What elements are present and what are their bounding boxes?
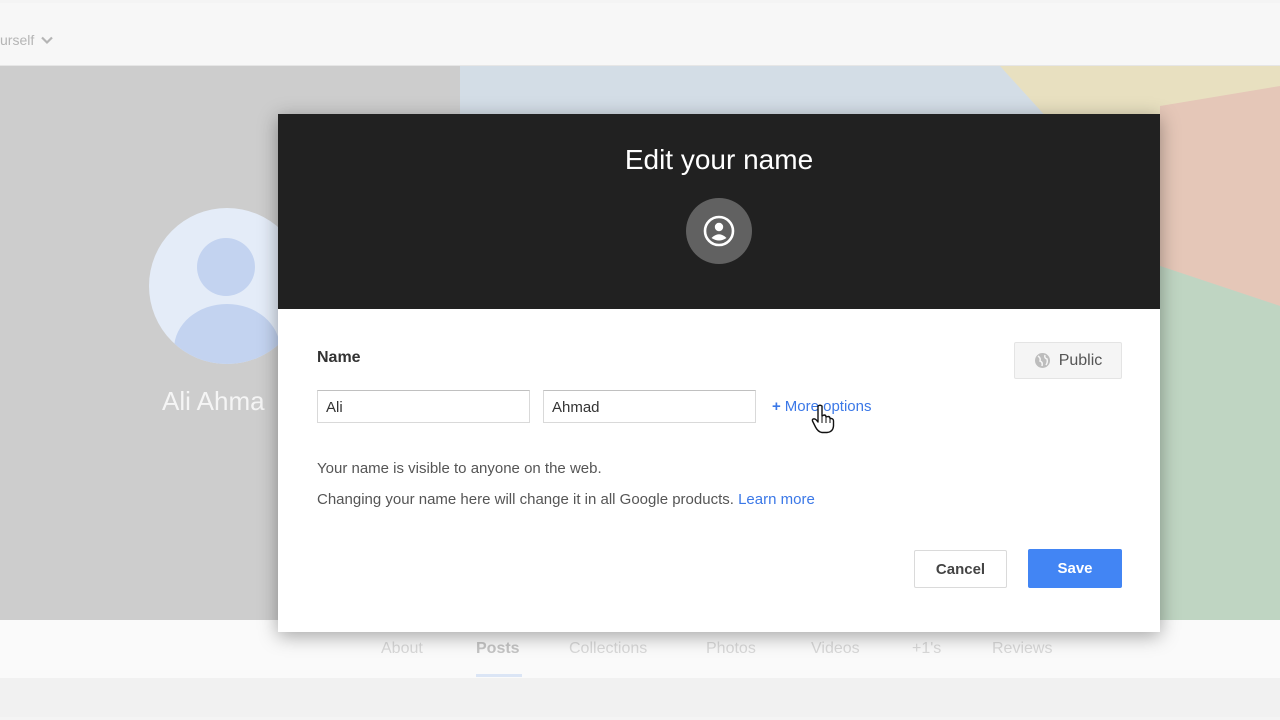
active-tab-indicator bbox=[476, 674, 522, 677]
tab-videos[interactable]: Videos bbox=[811, 640, 860, 658]
last-name-field[interactable]: Ahmad bbox=[543, 390, 756, 423]
visibility-info: Your name is visible to anyone on the we… bbox=[317, 460, 602, 477]
screen: urself Ali Ahma About Posts Collections … bbox=[0, 0, 1280, 720]
profile-name: Ali Ahma bbox=[162, 386, 265, 416]
tab-posts[interactable]: Posts bbox=[476, 640, 520, 658]
tab-reviews[interactable]: Reviews bbox=[992, 640, 1052, 658]
topbar-menu-label: urself bbox=[0, 32, 35, 48]
tab-about[interactable]: About bbox=[381, 640, 423, 658]
cancel-button[interactable]: Cancel bbox=[914, 550, 1007, 588]
tab-plus-ones[interactable]: +1's bbox=[912, 640, 941, 658]
top-bar: urself bbox=[0, 3, 1280, 66]
name-label: Name bbox=[317, 349, 361, 366]
avatar-head bbox=[197, 238, 255, 296]
tab-collections[interactable]: Collections bbox=[569, 640, 647, 658]
tab-photos[interactable]: Photos bbox=[706, 640, 756, 658]
change-info: Changing your name here will change it i… bbox=[317, 491, 815, 508]
save-button[interactable]: Save bbox=[1028, 549, 1122, 588]
edit-name-dialog: Edit your name Name Public Ali Ahmad + Mo… bbox=[278, 114, 1160, 632]
topbar-menu[interactable]: urself bbox=[0, 32, 54, 48]
dialog-title: Edit your name bbox=[624, 144, 814, 175]
account-circle-icon bbox=[686, 198, 752, 264]
chevron-down-icon bbox=[41, 36, 54, 45]
visibility-label: Public bbox=[1058, 351, 1103, 369]
visibility-button[interactable]: Public bbox=[1014, 342, 1122, 379]
avatar-body bbox=[174, 304, 280, 364]
dialog-header: Edit your name bbox=[278, 114, 1160, 309]
first-name-field[interactable]: Ali bbox=[317, 390, 530, 423]
change-info-text: Changing your name here will change it i… bbox=[317, 491, 734, 508]
plus-icon: + bbox=[772, 398, 781, 415]
bottom-strip bbox=[0, 678, 1280, 717]
learn-more-link[interactable]: Learn more bbox=[738, 491, 815, 508]
globe-icon bbox=[1034, 353, 1050, 368]
hand-cursor-icon bbox=[811, 404, 835, 434]
